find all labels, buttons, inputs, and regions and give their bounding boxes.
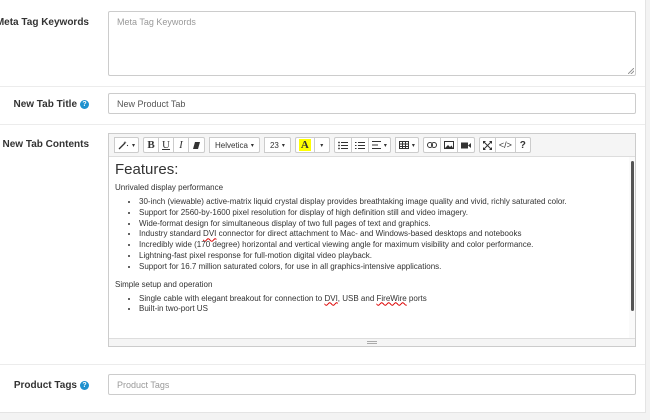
list-item: Support for 16.7 million saturated color…	[139, 262, 623, 273]
list-item: Wide-format design for simultaneous disp…	[139, 219, 623, 230]
underline-button[interactable]: U	[158, 137, 175, 153]
magic-style-icon[interactable]: ▾	[114, 137, 140, 153]
link-icon[interactable]	[422, 137, 441, 153]
unordered-list-icon[interactable]	[333, 137, 352, 153]
setup-list: Single cable with elegant breakout for c…	[115, 294, 623, 316]
new-tab-contents-label: New Tab Contents	[2, 139, 89, 150]
resize-handle-icon[interactable]	[367, 341, 377, 344]
editor-scrollbar[interactable]	[629, 157, 635, 338]
list-item: Support for 2560-by-1600 pixel resolutio…	[139, 208, 623, 219]
video-icon[interactable]	[456, 137, 475, 153]
list-item: Single cable with elegant breakout for c…	[139, 294, 623, 305]
list-item: Lightning-fast pixel response for full-m…	[139, 251, 623, 262]
section-title: Simple setup and operation	[115, 279, 213, 289]
list-item: Incredibly wide (170 degree) horizontal …	[139, 240, 623, 251]
code-view-button[interactable]: </>	[494, 137, 516, 153]
meta-keywords-input[interactable]	[108, 11, 636, 76]
list-item: 30-inch (viewable) active-matrix liquid …	[139, 197, 623, 208]
feature-list: 30-inch (viewable) active-matrix liquid …	[115, 197, 623, 273]
scrollbar-thumb[interactable]	[631, 161, 634, 311]
meta-keywords-label: Meta Tag Keywords	[0, 17, 89, 28]
image-icon[interactable]	[439, 137, 458, 153]
divider	[0, 86, 645, 87]
content-heading: Features:	[115, 161, 179, 178]
help-icon[interactable]: ?	[80, 381, 89, 390]
product-tags-input[interactable]	[108, 374, 636, 395]
table-icon[interactable]: ▾	[394, 137, 419, 153]
new-tab-title-input[interactable]	[108, 93, 636, 114]
new-tab-title-label: New Tab Title ?	[13, 99, 89, 110]
divider	[0, 124, 645, 125]
product-tags-label: Product Tags ?	[14, 380, 89, 391]
product-form-panel: Meta Tag Keywords New Tab Title ? New Ta…	[0, 0, 646, 413]
list-item: Industry standard DVI connector for dire…	[139, 229, 623, 240]
editor-resize-bar[interactable]	[109, 338, 635, 346]
color-dropdown[interactable]: ▾	[313, 137, 330, 153]
fullscreen-icon[interactable]	[478, 137, 496, 153]
list-item: Built-in two-port US	[139, 304, 623, 315]
section-title: Unrivaled display performance	[115, 183, 224, 192]
italic-button[interactable]: I	[173, 137, 190, 153]
paragraph-align-icon[interactable]: ▾	[367, 137, 391, 153]
font-size-select[interactable]: 23 ▾	[263, 137, 291, 153]
editor-content[interactable]: Features: Unrivaled display performance …	[109, 157, 629, 338]
eraser-icon[interactable]	[188, 137, 206, 153]
rich-text-editor: ▾ B U I Helvetica ▾ 23 ▾ A ▾ ▾ ▾ </> ? F…	[108, 133, 636, 347]
ordered-list-icon[interactable]	[350, 137, 369, 153]
editor-toolbar: ▾ B U I Helvetica ▾ 23 ▾ A ▾ ▾ ▾ </> ?	[109, 134, 635, 157]
divider	[0, 364, 645, 365]
bold-button[interactable]: B	[143, 137, 160, 153]
text-color-button[interactable]: A	[294, 137, 315, 153]
help-icon[interactable]: ?	[80, 100, 89, 109]
font-family-select[interactable]: Helvetica ▾	[209, 137, 260, 153]
help-button[interactable]: ?	[514, 137, 531, 153]
